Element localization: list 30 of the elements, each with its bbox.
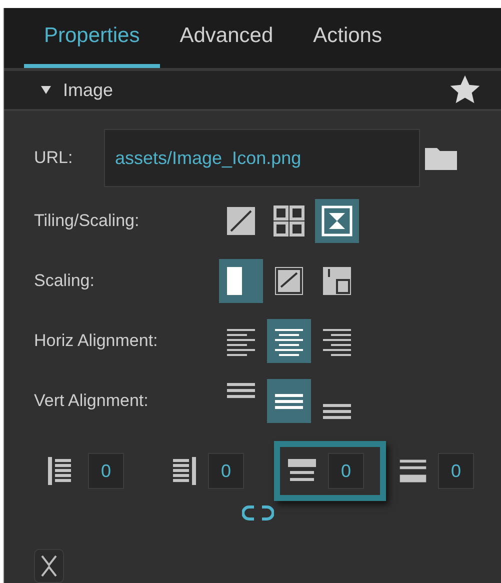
- align-top-icon: [225, 383, 257, 398]
- fill-option[interactable]: [219, 259, 263, 303]
- disclosure-triangle-icon[interactable]: [41, 85, 51, 96]
- align-bottom-icon: [321, 404, 353, 419]
- align-middle-option[interactable]: [267, 379, 311, 423]
- option-label: Tiling/Scaling:: [34, 211, 140, 231]
- fit-icon: [321, 205, 353, 237]
- align-center-option[interactable]: [267, 319, 311, 363]
- link-icon[interactable]: [242, 505, 274, 521]
- padding-field[interactable]: 0: [208, 453, 244, 489]
- option-label: Vert Alignment:: [34, 391, 150, 411]
- scale-icon: [273, 265, 305, 297]
- url-label: URL:: [34, 148, 74, 168]
- corner-icon: [321, 265, 353, 297]
- url-field[interactable]: assets/Image_Icon.png: [104, 129, 420, 187]
- tile-icon: [273, 205, 305, 237]
- padding-field[interactable]: 0: [88, 453, 124, 489]
- collapse-icon: [40, 554, 58, 578]
- folder-icon[interactable]: [424, 145, 458, 171]
- tab[interactable]: Advanced: [160, 8, 294, 68]
- tab[interactable]: Actions: [293, 8, 402, 68]
- section-title: Image: [63, 80, 114, 101]
- align-middle-icon: [273, 394, 305, 408]
- stretch-icon: [225, 205, 257, 237]
- collapse-button[interactable]: [34, 549, 64, 583]
- option-label: Scaling:: [34, 271, 96, 291]
- padding-field[interactable]: 0: [328, 453, 364, 489]
- fit-option[interactable]: [315, 199, 359, 243]
- option-label: Horiz Alignment:: [34, 331, 159, 351]
- padding-field[interactable]: 0: [438, 453, 474, 489]
